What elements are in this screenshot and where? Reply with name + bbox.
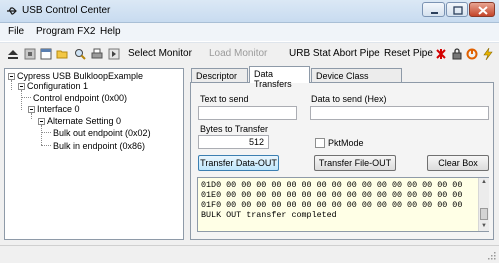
tree-collapse-root[interactable] [8, 73, 15, 80]
tab-descriptor-info[interactable]: Descriptor Info [191, 68, 248, 91]
output-line: BULK OUT transfer completed [201, 210, 337, 220]
tree-item-control-endpoint[interactable]: Control endpoint (0x00) [33, 93, 127, 103]
eject-icon[interactable] [7, 48, 19, 60]
menu-bar: File Program FX2 Help [0, 23, 499, 41]
tree-item-bulk-out[interactable]: Bulk out endpoint (0x02) [53, 128, 151, 138]
abort-pipe-button[interactable]: Abort Pipe [333, 48, 380, 59]
tree-connector [21, 97, 31, 98]
menu-file[interactable]: File [8, 26, 24, 37]
tree-connector [21, 90, 22, 110]
device-tree: Cypress USB BulkloopExample Configuratio… [4, 68, 184, 240]
transfer-data-out-button[interactable]: Transfer Data-OUT [198, 155, 279, 171]
pktmode-checkbox[interactable] [315, 138, 325, 148]
reset-pipe-button[interactable]: Reset Pipe [384, 48, 433, 59]
tree-item-interface[interactable]: Interface 0 [37, 104, 80, 114]
arrow-icon[interactable] [108, 48, 120, 60]
window-title: USB Control Center [22, 5, 111, 16]
tree-item-bulk-in[interactable]: Bulk in endpoint (0x86) [53, 141, 145, 151]
pktmode-label: PktMode [328, 138, 364, 148]
maximize-button[interactable] [446, 2, 468, 17]
load-monitor-button[interactable]: Load Monitor [209, 48, 267, 59]
menu-help[interactable]: Help [100, 26, 121, 37]
maximize-icon [453, 6, 463, 15]
bytes-to-transfer-input[interactable]: 512 [198, 135, 269, 149]
search-icon[interactable] [74, 48, 86, 60]
tree-connector [31, 113, 32, 119]
menu-program-fx2[interactable]: Program FX2 [36, 26, 95, 37]
tree-collapse-interface[interactable] [28, 106, 35, 113]
tree-item-configuration[interactable]: Configuration 1 [27, 81, 88, 91]
tree-collapse-configuration[interactable] [18, 83, 25, 90]
output-scrollbar[interactable]: ▲ ▼ [478, 178, 489, 231]
close-icon [478, 6, 488, 15]
tree-connector [41, 132, 51, 133]
usb-icon [7, 7, 17, 15]
select-monitor-button[interactable]: Select Monitor [128, 48, 192, 59]
output-line: 01D0 00 00 00 00 00 00 00 00 00 00 00 00… [201, 180, 463, 190]
scroll-down-icon[interactable]: ▼ [481, 223, 487, 229]
tree-item-alt-setting[interactable]: Alternate Setting 0 [47, 116, 121, 126]
minimize-icon [431, 12, 438, 14]
output-line: 01E0 00 00 00 00 00 00 00 00 00 00 00 00… [201, 190, 463, 200]
urb-stat-button[interactable]: URB Stat [289, 48, 331, 59]
reset-icon[interactable] [435, 48, 447, 60]
stop-icon[interactable] [24, 48, 36, 60]
scroll-up-icon[interactable]: ▲ [481, 179, 487, 185]
tree-connector [41, 125, 42, 145]
transfer-file-out-button[interactable]: Transfer File-OUT [314, 155, 396, 171]
status-bar [0, 245, 499, 263]
clear-box-button[interactable]: Clear Box [427, 155, 489, 171]
tree-collapse-alt-setting[interactable] [38, 118, 45, 125]
text-to-send-label: Text to send [200, 94, 249, 104]
close-button[interactable] [469, 2, 495, 17]
tree-connector [41, 145, 51, 146]
bytes-to-transfer-label: Bytes to Transfer [200, 124, 269, 134]
tree-connector [11, 80, 12, 90]
open-folder-icon[interactable] [56, 48, 68, 60]
title-bar: USB Control Center [0, 0, 499, 23]
tab-data-transfers[interactable]: Data Transfers [249, 66, 310, 89]
data-to-send-label: Data to send (Hex) [311, 94, 387, 104]
minimize-button[interactable] [422, 2, 445, 17]
output-log[interactable]: 01D0 00 00 00 00 00 00 00 00 00 00 00 00… [197, 177, 489, 232]
output-line: 01F0 00 00 00 00 00 00 00 00 00 00 00 00… [201, 200, 463, 210]
lightning-icon[interactable] [482, 48, 494, 60]
toolbar: Select Monitor Load Monitor URB Stat Abo… [0, 42, 499, 66]
data-to-send-input[interactable] [310, 106, 489, 120]
print-icon[interactable] [91, 48, 103, 60]
power-icon[interactable] [466, 48, 478, 60]
tab-device-class-selection[interactable]: Device Class Selection [311, 68, 402, 91]
resize-grip-icon[interactable] [487, 251, 496, 260]
tree-item-root[interactable]: Cypress USB BulkloopExample [17, 71, 143, 81]
scrollbar-thumb[interactable] [480, 208, 488, 220]
lock-icon[interactable] [451, 48, 463, 60]
window-icon[interactable] [40, 48, 52, 60]
text-to-send-input[interactable] [198, 106, 297, 120]
